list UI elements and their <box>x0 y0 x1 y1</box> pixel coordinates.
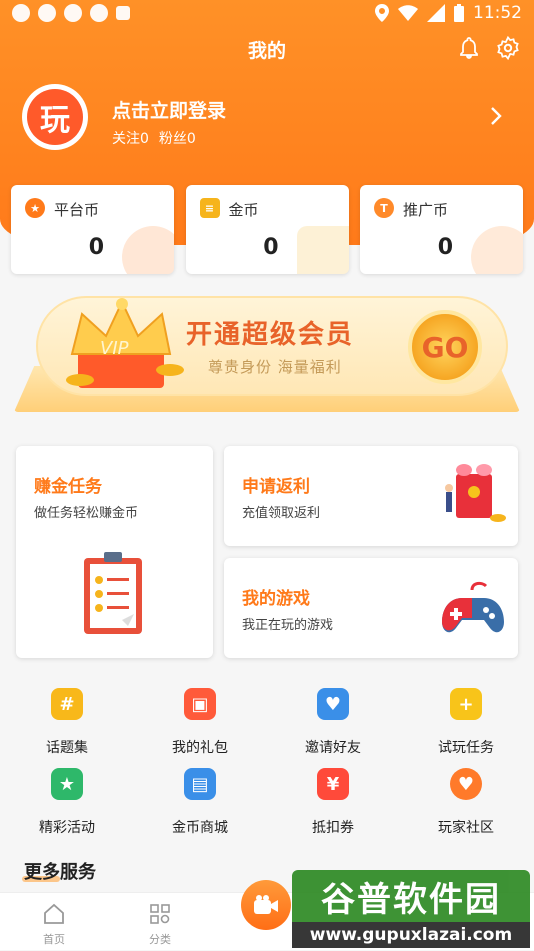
voucher-icon: ¥ <box>317 768 349 800</box>
video-camera-icon <box>254 895 278 914</box>
clock: 11:52 <box>473 3 522 23</box>
star-flag-icon: ★ <box>51 768 83 800</box>
follow-stats: 关注0 粉丝0 <box>112 128 196 148</box>
grid-item-invite[interactable]: ♥ 邀请好友 <box>266 688 400 756</box>
grid-item-community[interactable]: ♥ 玩家社区 <box>399 768 533 836</box>
grid-item-shop[interactable]: ▤ 金币商城 <box>133 768 267 836</box>
card-title: 申请返利 <box>242 477 310 497</box>
grid-item-voucher[interactable]: ¥ 抵扣券 <box>266 768 400 836</box>
task-cards: 赚金任务 做任务轻松赚金币 申请返利 充值领取返利 我的游戏 我正在玩的游戏 <box>16 446 518 658</box>
tab-label: 分类 <box>149 933 171 946</box>
battery-icon <box>454 4 464 22</box>
signal-icon <box>427 4 445 22</box>
grid-item-label: 试玩任务 <box>438 740 494 756</box>
vip-go-button[interactable]: GO <box>408 310 482 384</box>
avatar[interactable]: 玩 <box>22 84 88 150</box>
grid-item-trial-tasks[interactable]: + 试玩任务 <box>399 688 533 756</box>
location-icon <box>375 4 389 22</box>
following-count[interactable]: 关注0 <box>112 128 149 148</box>
grid-item-label: 玩家社区 <box>438 820 494 836</box>
avatar-logo: 玩 <box>27 89 83 145</box>
card-subtitle: 做任务轻松赚金币 <box>34 506 139 521</box>
promo-coin-card[interactable]: T 推广币 0 <box>360 185 523 274</box>
login-link[interactable]: 点击立即登录 <box>112 96 226 123</box>
home-icon <box>44 903 64 924</box>
notification-icon <box>12 4 30 22</box>
coin-stack-icon <box>296 226 349 274</box>
card-title: 我的游戏 <box>242 589 310 609</box>
my-games-card[interactable]: 我的游戏 我正在玩的游戏 <box>224 558 518 658</box>
vip-label: VIP <box>100 338 129 359</box>
card-title: 赚金任务 <box>34 477 102 497</box>
fans-count[interactable]: 粉丝0 <box>159 128 196 148</box>
t-coin-icon <box>471 226 523 274</box>
grid-item-label: 话题集 <box>46 740 88 756</box>
grid-item-events[interactable]: ★ 精彩活动 <box>0 768 134 836</box>
service-grid: # 话题集 ▣ 我的礼包 ♥ 邀请好友 + 试玩任务 ★ 精彩活动 ▤ 金币商城… <box>0 688 534 838</box>
gear-icon[interactable] <box>496 36 520 60</box>
vip-title: 开通超级会员 <box>186 320 355 350</box>
notification-icon <box>64 4 82 22</box>
chevron-right-icon[interactable] <box>488 106 504 126</box>
coin-value: 0 <box>437 235 453 260</box>
hash-icon: # <box>51 688 83 720</box>
notification-icon <box>38 4 56 22</box>
grid-item-label: 精彩活动 <box>39 820 95 836</box>
grid-item-gifts[interactable]: ▣ 我的礼包 <box>133 688 267 756</box>
coin-label: 平台币 <box>54 201 100 219</box>
notification-icon <box>90 4 108 22</box>
chat-icon: ♥ <box>450 768 482 800</box>
wifi-icon <box>398 5 418 21</box>
earn-task-card[interactable]: 赚金任务 做任务轻松赚金币 <box>16 446 213 658</box>
notification-icon <box>116 6 130 20</box>
gold-coin-card[interactable]: ≡ 金币 0 <box>185 185 349 274</box>
grid-item-label: 邀请好友 <box>305 740 361 756</box>
gamepad-icon: + <box>450 688 482 720</box>
status-bar: 11:52 <box>0 0 534 30</box>
svg-text:VIP: VIP <box>100 338 129 359</box>
coin-value: 0 <box>263 235 279 260</box>
star-icon: ★ <box>25 198 45 218</box>
card-subtitle: 充值领取返利 <box>242 506 321 521</box>
coin-label: 推广币 <box>403 201 449 219</box>
bell-icon[interactable] <box>457 36 481 60</box>
grid-item-label: 金币商城 <box>172 820 228 836</box>
red-envelope-icon <box>445 464 506 522</box>
gift-icon: ▣ <box>184 688 216 720</box>
watermark-logo: 谷普软件园 <box>292 870 530 922</box>
more-services-heading: 更多服务 <box>24 862 96 883</box>
vip-banner[interactable]: VIP 开通超级会员 尊贵身份 海量福利 GO <box>14 296 520 416</box>
tab-home[interactable]: 首页 <box>14 893 94 951</box>
coin-value: 0 <box>88 235 104 260</box>
coin-stack-icon: ≡ <box>199 198 220 218</box>
grid-item-label: 抵扣券 <box>312 820 354 836</box>
rebate-card[interactable]: 申请返利 充值领取返利 <box>224 446 518 546</box>
grid-item-topics[interactable]: # 话题集 <box>0 688 134 756</box>
center-video-button[interactable] <box>241 880 291 930</box>
platform-coin-card[interactable]: ★ 平台币 0 <box>11 185 174 274</box>
shop-icon: ▤ <box>184 768 216 800</box>
coin-label: 金币 <box>228 201 259 219</box>
watermark-url: www.gupuxlazai.com <box>292 922 530 948</box>
clipboard-icon <box>84 552 142 634</box>
invite-icon: ♥ <box>317 688 349 720</box>
star-icon <box>122 226 174 274</box>
t-coin-icon: T <box>374 198 394 218</box>
card-subtitle: 我正在玩的游戏 <box>242 618 334 633</box>
page-title: 我的 <box>247 40 286 62</box>
wallet-cards: ★ 平台币 0 ≡ 金币 0 T 推广币 0 <box>11 185 523 274</box>
category-icon <box>150 904 170 924</box>
grid-item-label: 我的礼包 <box>172 740 228 756</box>
vip-subtitle: 尊贵身份 海量福利 <box>208 358 342 376</box>
tab-label: 首页 <box>43 933 65 946</box>
tab-category[interactable]: 分类 <box>120 893 200 951</box>
gamepad-icon <box>442 581 504 633</box>
